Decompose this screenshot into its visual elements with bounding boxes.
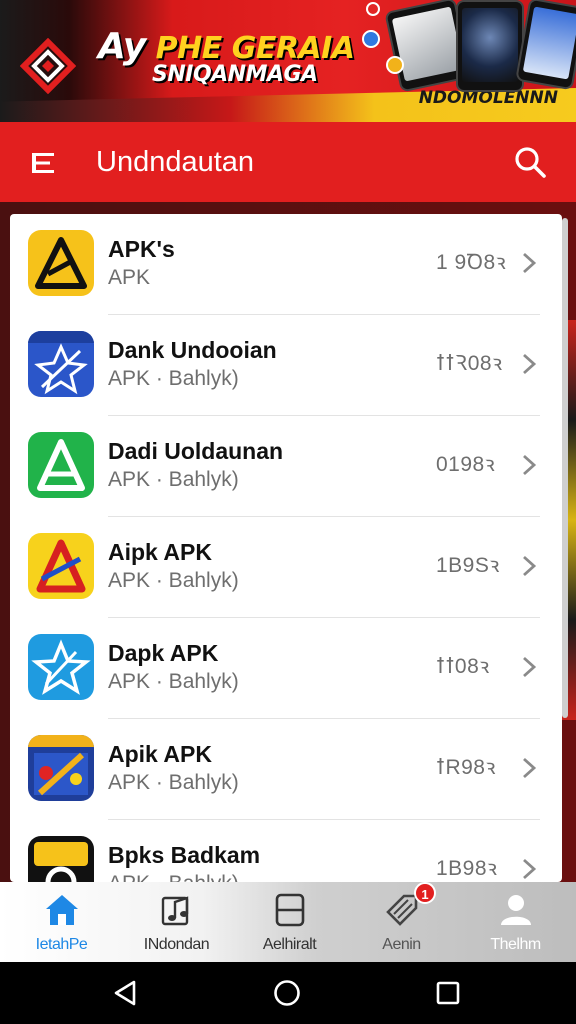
menu-icon[interactable] — [30, 150, 58, 176]
search-icon[interactable] — [512, 144, 548, 180]
app-size: ꝉꝉ08ꝛ — [436, 655, 490, 678]
app-size: 1B98ꝛ — [436, 857, 498, 880]
app-size: ꝉꝉꝚ08ꝛ — [436, 352, 503, 375]
brand-logo-icon — [20, 38, 76, 94]
banner-prefix: Ay — [98, 26, 146, 67]
list-item[interactable]: Dadi Uoldaunan APK · Bahlyk) 0198ꝛ — [10, 416, 562, 517]
app-title: Bpks Badkam — [108, 842, 261, 868]
star-x-icon — [28, 331, 94, 397]
promo-banner[interactable]: Ay PHE GERAIA SNIQANMAGA NDOMOLENNN — [0, 0, 576, 122]
nav-label: Aenin — [382, 936, 421, 953]
home-circle-icon[interactable] — [273, 979, 301, 1007]
page-title: Undndautan — [96, 146, 255, 178]
chevron-right-icon — [523, 353, 537, 375]
list-item[interactable]: Bpks Badkam APK · Bahlyk) 1B98ꝛ — [10, 820, 562, 882]
nav-label: Thelhm — [490, 936, 541, 953]
app-title: Dapk APK — [108, 640, 219, 666]
chevron-right-icon — [523, 555, 537, 577]
red-a-icon — [28, 533, 94, 599]
app-title: Apik APK — [108, 741, 212, 767]
scrollbar[interactable] — [562, 218, 568, 718]
app-subtitle: APK · Bahlyk) — [108, 468, 239, 491]
list-item[interactable]: Dank Undooian APK · Bahlyk) ꝉꝉꝚ08ꝛ — [10, 315, 562, 416]
app-title: Dadi Uoldaunan — [108, 438, 284, 464]
app-title: APK's — [108, 236, 175, 262]
app-subtitle: APK · Bahlyk) — [108, 367, 239, 390]
system-navigation-bar — [0, 962, 576, 1024]
game-icon — [28, 735, 94, 801]
chevron-right-icon — [523, 858, 537, 880]
app-title: Dank Undooian — [108, 337, 277, 363]
nav-item-downloads[interactable]: INdondan — [119, 882, 234, 962]
chevron-right-icon — [523, 252, 537, 274]
app-subtitle: APK · Bahlyk) — [108, 872, 239, 882]
list-item[interactable]: APK's APK 1 9Ꝺ8ꝛ — [10, 214, 562, 315]
app-subtitle: APK · Bahlyk) — [108, 771, 239, 794]
green-a-icon — [28, 432, 94, 498]
app-subtitle: APK · Bahlyk) — [108, 569, 239, 592]
app-bubble-icon — [362, 30, 380, 48]
app-size: 1B9Sꝛ — [436, 554, 500, 577]
nav-item-tablet[interactable]: Aelhiralt — [232, 882, 347, 962]
app-list: APK's APK 1 9Ꝺ8ꝛ Dank Undooian APK · Bah… — [10, 214, 562, 882]
chevron-right-icon — [523, 757, 537, 779]
app-size: 0198ꝛ — [436, 453, 496, 476]
apk-black-icon — [28, 836, 94, 882]
nav-label: INdondan — [143, 936, 210, 953]
home-icon — [46, 895, 78, 925]
app-subtitle: APK · Bahlyk) — [108, 670, 239, 693]
app-bubble-icon — [386, 56, 404, 74]
app-size: 1 9Ꝺ8ꝛ — [436, 251, 507, 274]
blue-star-icon — [28, 634, 94, 700]
music-icon — [161, 896, 189, 926]
back-icon[interactable] — [112, 979, 140, 1007]
bottom-navigation: IetahPe INdondan Aelhiralt 1 Aenin Thelh… — [0, 882, 576, 962]
phone-image — [456, 0, 524, 92]
tablet-icon — [275, 893, 305, 927]
app-size: ꝉR98ꝛ — [436, 756, 496, 779]
app-bubble-icon — [366, 2, 380, 16]
nav-item-profile[interactable]: Thelhm — [458, 882, 573, 962]
list-item[interactable]: Aipk APK APK · Bahlyk) 1B9Sꝛ — [10, 517, 562, 618]
app-title: Aipk APK — [108, 539, 212, 565]
nav-label: Aelhiralt — [262, 936, 317, 953]
app-bar: Undndautan — [0, 122, 576, 202]
nav-item-home[interactable]: IetahPe — [4, 882, 119, 962]
recents-icon[interactable] — [434, 979, 462, 1007]
profile-icon — [501, 895, 531, 925]
banner-headline: Ay PHE GERAIA — [98, 26, 355, 67]
phone-image — [515, 0, 576, 91]
chevron-right-icon — [523, 454, 537, 476]
nav-item-tag[interactable]: 1 Aenin — [344, 882, 459, 962]
list-item[interactable]: Apik APK APK · Bahlyk) ꝉR98ꝛ — [10, 719, 562, 820]
notification-badge: 1 — [414, 882, 436, 904]
app-subtitle: APK — [108, 266, 151, 289]
triangle-a-icon — [28, 230, 94, 296]
banner-subline: SNIQANMAGA — [152, 62, 318, 87]
chevron-right-icon — [523, 656, 537, 678]
list-item[interactable]: Dapk APK APK · Bahlyk) ꝉꝉ08ꝛ — [10, 618, 562, 719]
banner-line1: PHE GERAIA — [155, 31, 355, 66]
nav-label: IetahPe — [35, 936, 88, 953]
